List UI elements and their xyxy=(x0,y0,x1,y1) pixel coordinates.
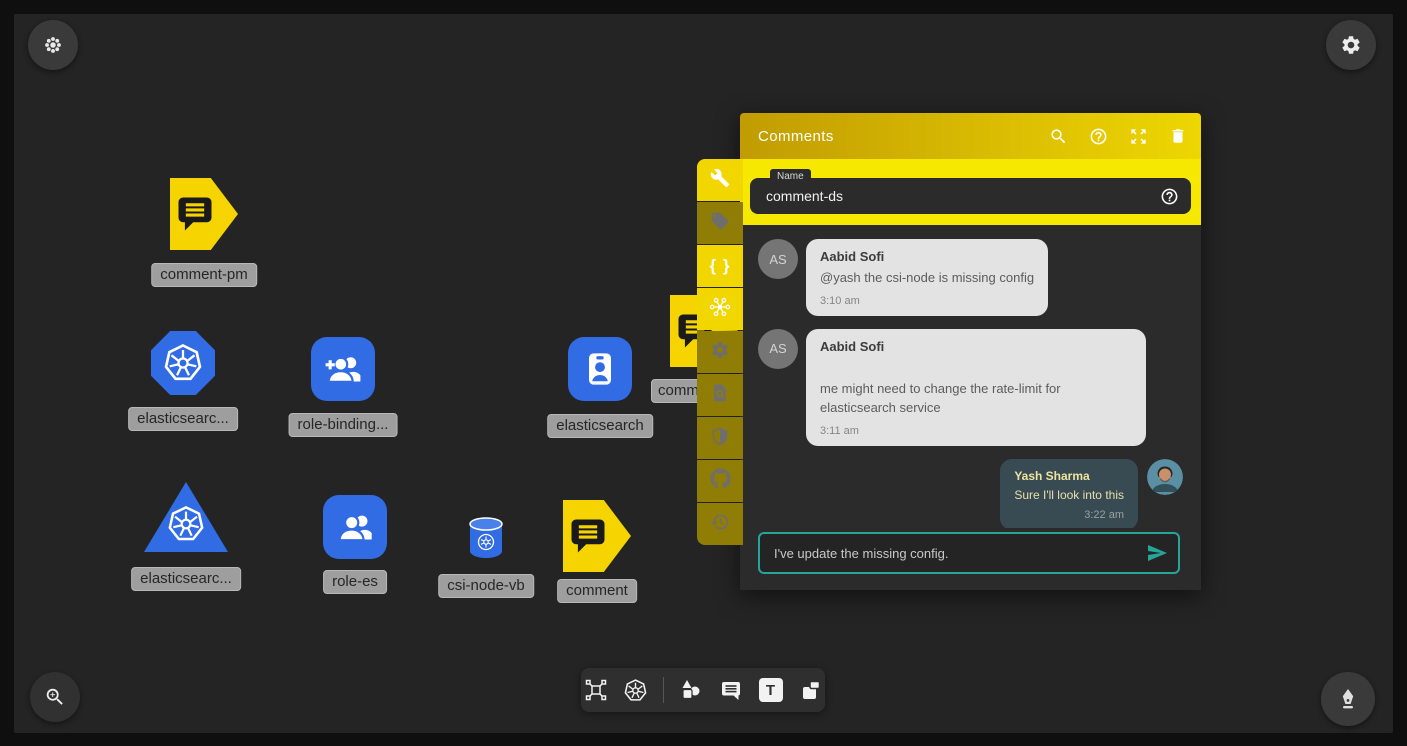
mesh-icon xyxy=(709,296,731,323)
message: Yash Sharma Sure I'll look into this 3:2… xyxy=(758,459,1183,528)
name-field-label: Name xyxy=(770,169,811,185)
avatar: AS xyxy=(758,239,798,279)
gear-icon xyxy=(710,340,730,365)
shapes-icon[interactable] xyxy=(678,677,704,703)
message-author: Yash Sharma xyxy=(1014,469,1124,483)
node-label: role-es xyxy=(323,570,387,594)
history-icon xyxy=(710,512,730,537)
pen-nib-icon xyxy=(1336,687,1360,711)
message-text: @yash the csi-node is missing config xyxy=(820,269,1034,288)
config-json-button[interactable]: { } xyxy=(697,245,743,287)
help-icon[interactable] xyxy=(1089,127,1108,146)
braces-icon: { } xyxy=(710,256,731,276)
panel-title: Comments xyxy=(758,128,1049,145)
comments-panel-header[interactable]: Comments xyxy=(740,113,1201,159)
design-icon[interactable] xyxy=(583,677,609,703)
message: AS Aabid Sofi me might need to change th… xyxy=(758,329,1185,446)
pen-tool-button[interactable] xyxy=(1321,672,1375,726)
message-text: Sure I'll look into this xyxy=(1014,487,1124,504)
preview-button[interactable] xyxy=(697,374,743,416)
node-label: elasticsearc... xyxy=(131,567,241,591)
image-tool-icon[interactable] xyxy=(798,677,824,703)
node-settings-button[interactable] xyxy=(697,331,743,373)
mesh-button[interactable] xyxy=(697,288,743,330)
settings-gear-icon xyxy=(1340,34,1362,56)
avatar: AS xyxy=(758,329,798,369)
name-input[interactable] xyxy=(766,188,1160,204)
message: AS Aabid Sofi @yash the csi-node is miss… xyxy=(758,239,1185,316)
settings-button[interactable] xyxy=(1326,20,1376,70)
message-time: 3:11 am xyxy=(820,425,1132,437)
message-bubble: Aabid Sofi @yash the csi-node is missing… xyxy=(806,239,1048,316)
node-role-es[interactable] xyxy=(323,495,387,559)
kubernetes-icon[interactable] xyxy=(623,677,649,703)
node-comment-pm[interactable] xyxy=(170,178,238,250)
shape-palette-toolbar: T xyxy=(581,668,825,712)
app-menu-button[interactable] xyxy=(28,20,78,70)
wrench-icon xyxy=(710,168,730,193)
send-icon[interactable] xyxy=(1145,541,1169,565)
node-elasticsearch-octagon[interactable] xyxy=(151,331,215,395)
tag-button[interactable] xyxy=(697,202,743,244)
help-icon[interactable] xyxy=(1160,187,1179,206)
comments-panel: Comments Name xyxy=(740,113,1201,590)
node-role-binding[interactable] xyxy=(311,337,375,401)
message-time: 3:10 am xyxy=(820,295,1034,307)
tag-icon xyxy=(710,211,730,236)
message-bubble: Aabid Sofi me might need to change the r… xyxy=(806,329,1146,446)
comment-input-row xyxy=(740,528,1201,590)
node-elasticsearch-triangle[interactable] xyxy=(144,482,228,552)
github-button[interactable] xyxy=(697,460,743,502)
app-window: comment-pm elasticsearc... role-binding.… xyxy=(0,0,1407,746)
comment-input[interactable] xyxy=(758,532,1180,574)
trash-icon[interactable] xyxy=(1169,127,1187,145)
toolbar-divider xyxy=(663,677,664,703)
message-time: 3:22 am xyxy=(1014,509,1124,521)
doc-search-icon xyxy=(710,383,730,408)
configure-button[interactable] xyxy=(697,159,743,201)
node-csi-node-vb[interactable] xyxy=(468,517,504,559)
node-label: csi-node-vb xyxy=(438,574,534,598)
message-text: me might need to change the rate-limit f… xyxy=(820,380,1132,418)
node-label: comment-pm xyxy=(151,263,257,287)
security-button[interactable] xyxy=(697,417,743,459)
avatar-photo xyxy=(1147,459,1183,495)
meshery-flower-icon xyxy=(42,34,64,56)
message-bubble: Yash Sharma Sure I'll look into this 3:2… xyxy=(1000,459,1138,528)
messages-list[interactable]: AS Aabid Sofi @yash the csi-node is miss… xyxy=(740,225,1201,528)
search-icon[interactable] xyxy=(1049,127,1068,146)
name-field[interactable]: Name xyxy=(750,178,1191,214)
node-label: comment xyxy=(557,579,637,603)
zoom-button[interactable] xyxy=(30,672,80,722)
node-comment[interactable] xyxy=(563,500,631,572)
github-icon xyxy=(710,468,731,494)
shield-icon xyxy=(710,426,730,451)
expand-icon[interactable] xyxy=(1129,127,1148,146)
message-author: Aabid Sofi xyxy=(820,339,1132,354)
node-label: elasticsearch xyxy=(547,414,653,438)
name-section: Name xyxy=(740,159,1201,225)
node-label: role-binding... xyxy=(289,413,398,437)
node-elasticsearch-serviceaccount[interactable] xyxy=(568,337,632,401)
message-author: Aabid Sofi xyxy=(820,249,1034,264)
zoom-in-icon xyxy=(44,686,66,708)
comment-tool-icon[interactable] xyxy=(718,677,744,703)
node-label: elasticsearc... xyxy=(128,407,238,431)
history-button[interactable] xyxy=(697,503,743,545)
text-tool-icon[interactable]: T xyxy=(758,677,784,703)
node-action-toolbar: { } xyxy=(697,159,743,545)
